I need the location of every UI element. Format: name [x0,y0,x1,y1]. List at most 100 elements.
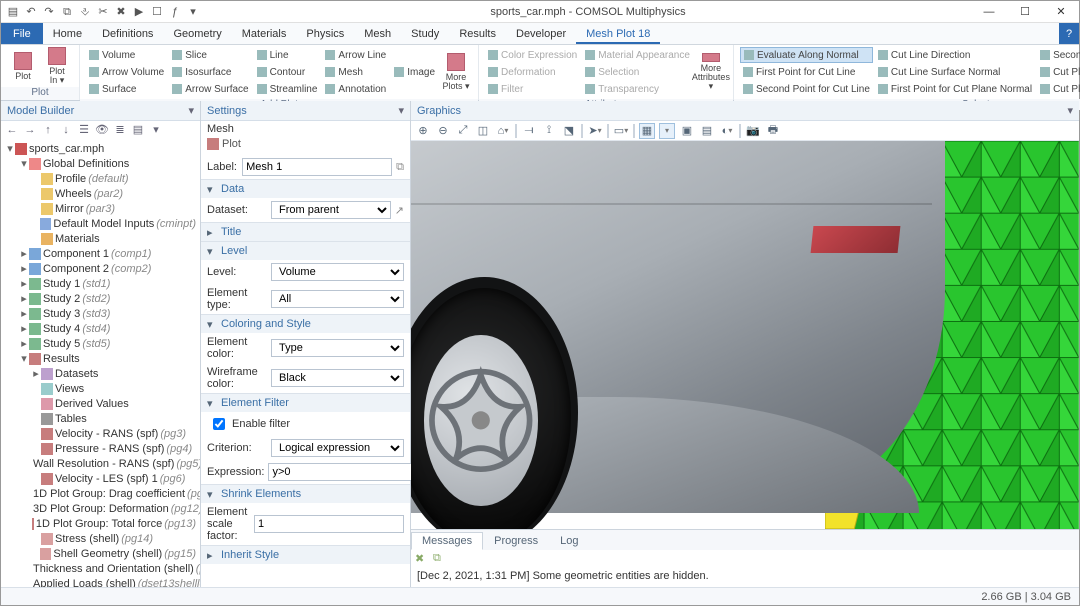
tree-node-study-1[interactable]: ▸Study 1(std1) [3,276,200,291]
tab-developer[interactable]: Developer [506,23,576,44]
panel-menu-icon[interactable]: ▾ [1067,104,1073,117]
copy-icon[interactable]: ⧉ [61,6,73,18]
arrow-volume-button[interactable]: Arrow Volume [86,64,167,80]
tree-node-stress-shell-[interactable]: Stress (shell)(pg14) [3,531,200,546]
file-menu[interactable]: File [1,23,43,44]
toolbar-options-icon[interactable]: ▾ [187,6,199,18]
tree-menu-icon[interactable]: ▾ [149,123,163,137]
panel-menu-icon[interactable]: ▾ [398,104,404,117]
dataset-goto-icon[interactable]: ↗ [395,204,404,217]
toggle-select-icon[interactable]: ▦ [639,123,655,139]
zoom-box-icon[interactable]: ◫ [475,123,491,139]
tree-node-velocity-les-spf-1[interactable]: Velocity - LES (spf) 1(pg6) [3,471,200,486]
toggle-select-menu-icon[interactable] [659,123,675,139]
tree-node-component-1[interactable]: ▸Component 1(comp1) [3,246,200,261]
tab-definitions[interactable]: Definitions [92,23,163,44]
tree-node-thickness-and-orientation-shell-[interactable]: Thickness and Orientation (shell)(pg16) [3,561,200,576]
arrow-line-button[interactable]: Arrow Line [322,47,389,63]
plot-action[interactable]: Plot [201,137,410,155]
section-inherit[interactable]: ▸Inherit Style [201,546,410,564]
slice-button[interactable]: Slice [169,47,251,63]
clear-messages-icon[interactable]: ✖ [415,552,429,566]
mesh-button[interactable]: Mesh [322,64,389,80]
tab-geometry[interactable]: Geometry [163,23,231,44]
forward-icon[interactable]: ▶ [133,6,145,18]
tree-node-applied-loads-shell-[interactable]: Applied Loads (shell)(dset13shelllgrp) [3,576,200,587]
close-button[interactable]: ✕ [1043,1,1079,23]
tree-node-derived-values[interactable]: Derived Values [3,396,200,411]
zoom-in-icon[interactable]: ⊕ [415,123,431,139]
tree-node-wheels[interactable]: Wheels(par2) [3,186,200,201]
view-yz-icon[interactable]: ⟟ [541,123,557,139]
cut-line-surface-normal-button[interactable]: Cut Line Surface Normal [875,64,1035,80]
surface-button[interactable]: Surface [86,81,167,97]
hide-icon[interactable]: ▣ [679,123,695,139]
tree-node-global-definitions[interactable]: ▾Global Definitions [3,156,200,171]
annotation-button[interactable]: Annotation [322,81,389,97]
nav-fwd-icon[interactable]: → [23,123,37,137]
isosurface-button[interactable]: Isosurface [169,64,251,80]
fx-icon[interactable]: ƒ [169,6,181,18]
tree-node-shell-geometry-shell-[interactable]: Shell Geometry (shell)(pg15) [3,546,200,561]
evaluate-along-normal-button[interactable]: Evaluate Along Normal [740,47,873,63]
tree-node-wall-resolution-rans-spf-[interactable]: Wall Resolution - RANS (spf)(pg5) [3,456,200,471]
level-select[interactable]: Volume [271,263,404,281]
select-mode-icon[interactable]: ▭ [613,123,629,139]
doc-icon[interactable]: ☐ [151,6,163,18]
print-icon[interactable]: 🖶 [765,123,781,139]
label-input[interactable] [242,158,392,176]
camera-icon[interactable]: 📷 [745,123,761,139]
tab-home[interactable]: Home [43,23,92,44]
section-data[interactable]: ▾Data [201,180,410,198]
tab-messages[interactable]: Messages [411,532,483,550]
scale-factor-input[interactable] [254,515,404,533]
line-button[interactable]: Line [254,47,321,63]
tab-results[interactable]: Results [449,23,506,44]
eye-icon[interactable]: 👁 [95,123,109,137]
criterion-select[interactable]: Logical expression [271,439,404,457]
tab-log[interactable]: Log [549,532,589,550]
filter-tree-icon[interactable]: ≣ [113,123,127,137]
tree-node-default-model-inputs[interactable]: Default Model Inputs(cminpt) [3,216,200,231]
tree-node-profile[interactable]: Profile(default) [3,171,200,186]
second-point-for-cut-plane-normal-button[interactable]: Second Point for Cut Plane Normal [1037,47,1080,63]
tree-node-study-4[interactable]: ▸Study 4(std4) [3,321,200,336]
streamline-button[interactable]: Streamline [254,81,321,97]
plot-button[interactable]: Plot [7,47,39,85]
wireframe-color-select[interactable]: Black [271,369,404,387]
arrow-surface-button[interactable]: Arrow Surface [169,81,251,97]
section-coloring[interactable]: ▾Coloring and Style [201,315,410,333]
save-icon[interactable]: ▤ [7,6,19,18]
zoom-extents-icon[interactable]: ⤢ [455,123,471,139]
tab-mesh-plot-18[interactable]: Mesh Plot 18 [576,23,660,44]
paste-icon[interactable]: ⎀ [79,6,91,18]
tree-node-study-5[interactable]: ▸Study 5(std5) [3,336,200,351]
view-iso-icon[interactable]: ⬔ [561,123,577,139]
zoom-menu-icon[interactable]: ⌂ [495,123,511,139]
expand-icon[interactable]: ☰ [77,123,91,137]
tab-physics[interactable]: Physics [296,23,354,44]
tree-node-tables[interactable]: Tables [3,411,200,426]
contour-button[interactable]: Contour [254,64,321,80]
tree-node-1d-plot-group-total-force[interactable]: 1D Plot Group: Total force(pg13) [3,516,200,531]
enable-filter-checkbox[interactable] [213,418,225,430]
tree-node-materials[interactable]: Materials [3,231,200,246]
cut-plane-normal-from-surface-button[interactable]: Cut Plane Normal from Surface [1037,81,1080,97]
element-color-select[interactable]: Type [271,339,404,357]
undo-icon[interactable]: ↶ [25,6,37,18]
go-to-default-icon[interactable]: ➤ [587,123,603,139]
tab-mesh[interactable]: Mesh [354,23,401,44]
collapse-icon[interactable]: ▤ [131,123,145,137]
first-point-for-cut-plane-normal-button[interactable]: First Point for Cut Plane Normal [875,81,1035,97]
image-button[interactable]: Image [391,64,438,80]
section-title[interactable]: ▸Title [201,223,410,241]
tree-node-results[interactable]: ▾Results [3,351,200,366]
tree-node-datasets[interactable]: ▸Datasets [3,366,200,381]
expression-input[interactable] [268,463,418,481]
selection-list-icon[interactable]: ▤ [699,123,715,139]
nav-down-icon[interactable]: ↓ [59,123,73,137]
delete-icon[interactable]: ✖ [115,6,127,18]
more-attributes-button[interactable]: MoreAttributes ▾ [695,53,727,91]
help-button[interactable]: ? [1059,23,1079,44]
zoom-out-icon[interactable]: ⊖ [435,123,451,139]
